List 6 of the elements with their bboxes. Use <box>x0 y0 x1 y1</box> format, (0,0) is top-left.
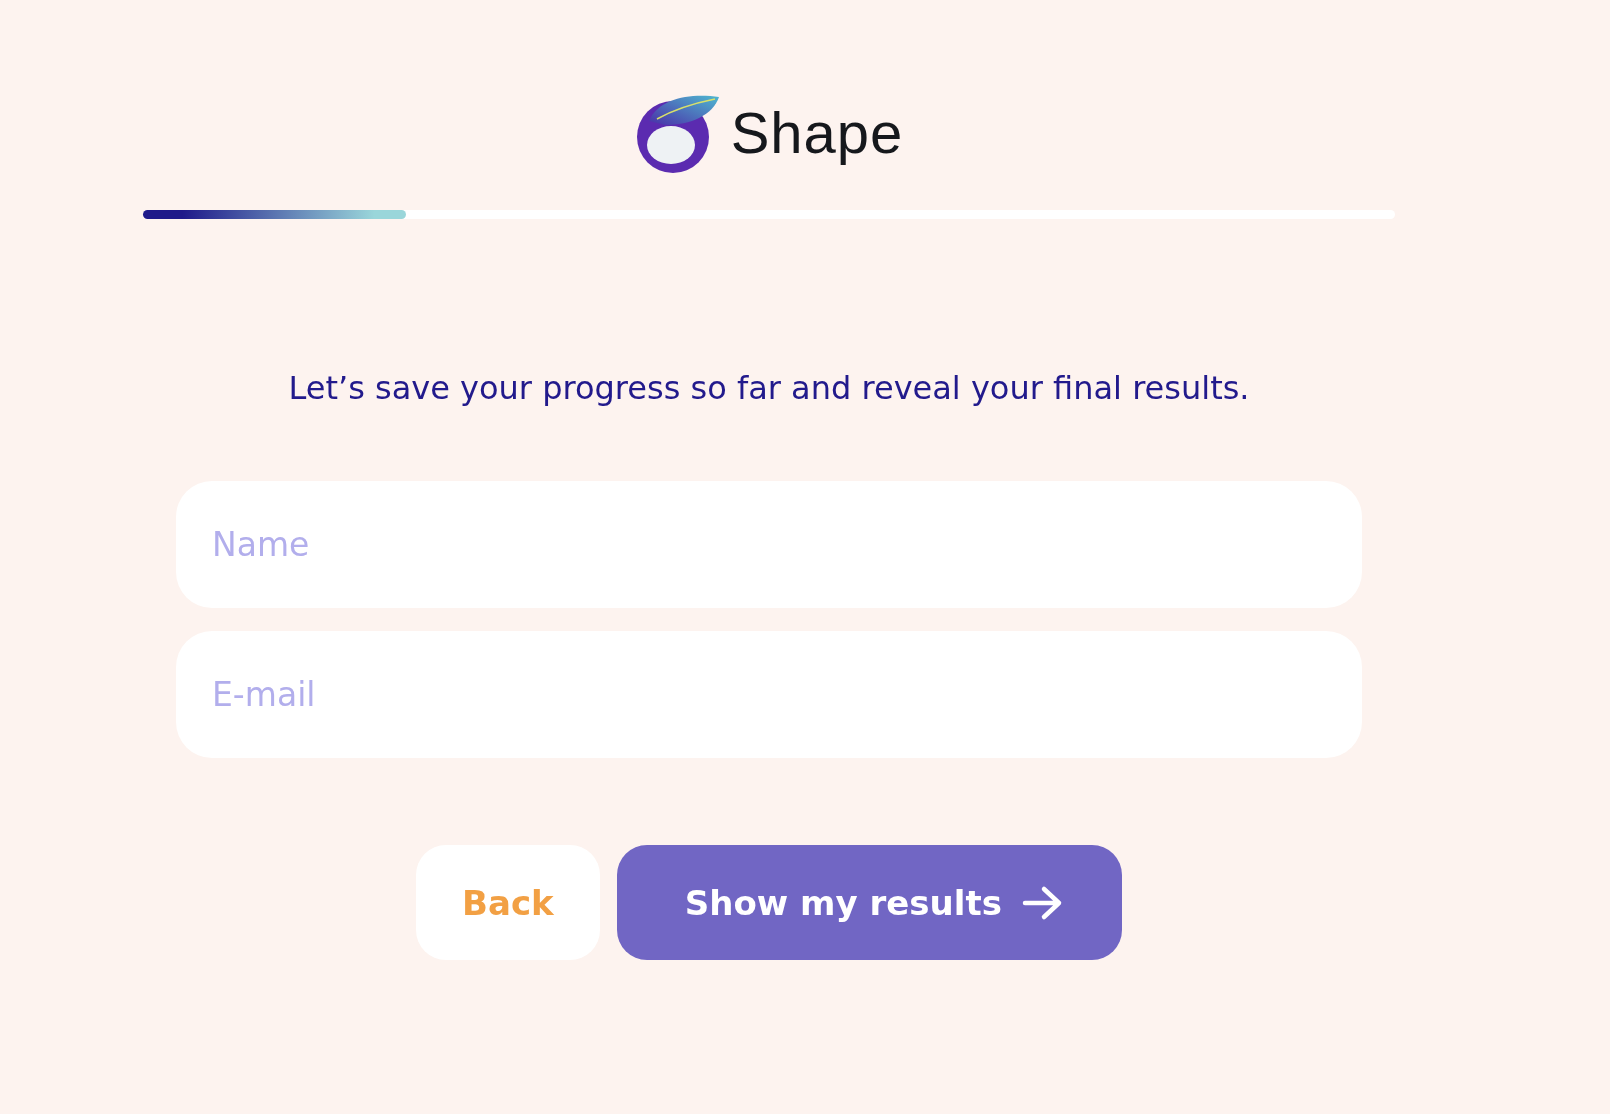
input-field[interactable]: Name <box>176 481 1362 608</box>
arrow-right-icon <box>1021 884 1064 921</box>
brand-name: Shape <box>730 98 904 166</box>
show-results-button[interactable]: Show my results <box>616 845 1122 960</box>
input-field[interactable]: E-mail <box>176 631 1362 758</box>
message-text: Let’s save your progress so far and reveal your final results. <box>288 369 1250 407</box>
